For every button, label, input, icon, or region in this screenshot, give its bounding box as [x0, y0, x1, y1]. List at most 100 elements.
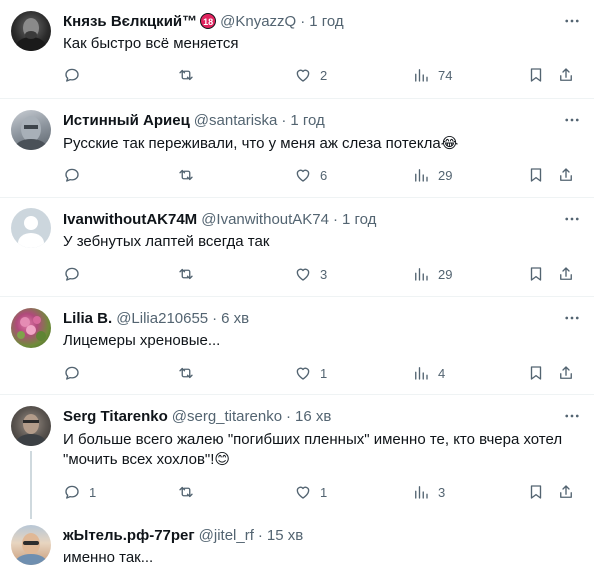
like-count: 1 — [320, 365, 328, 381]
reply-count: 1 — [89, 484, 97, 500]
views-icon — [415, 367, 428, 380]
author-handle[interactable]: @serg_titarenko — [172, 408, 282, 425]
share-icon — [560, 68, 572, 81]
tweet[interactable]: жЫтель.рф-77рег @jitel_rf · 15 хв именно… — [0, 515, 594, 569]
avatar[interactable] — [11, 208, 51, 248]
retweet-icon — [179, 486, 193, 498]
like-button[interactable]: 2 — [294, 65, 327, 85]
retweet-button[interactable] — [177, 65, 203, 85]
retweet-button[interactable] — [177, 165, 203, 185]
more-options-button[interactable] — [562, 209, 582, 229]
bookmark-button[interactable] — [527, 264, 545, 284]
views-icon — [415, 169, 428, 182]
bookmark-icon — [530, 485, 542, 499]
author-name[interactable]: Serg Titarenko — [63, 408, 168, 425]
like-button[interactable]: 3 — [294, 264, 327, 284]
author-handle[interactable]: @santariska — [194, 112, 278, 129]
bookmark-icon — [530, 68, 542, 82]
reply-icon — [65, 168, 79, 182]
more-options-button[interactable] — [562, 308, 582, 328]
tweet-text: именно так... — [63, 549, 154, 566]
tweet[interactable]: Истинный Ариец @santariska · 1 год Русск… — [0, 99, 594, 198]
like-icon — [296, 268, 310, 281]
bookmark-button[interactable] — [527, 482, 545, 502]
author-handle[interactable]: @jitel_rf — [199, 527, 254, 544]
avatar[interactable] — [11, 406, 51, 446]
share-button[interactable] — [557, 482, 575, 502]
views-button[interactable]: 74 — [412, 65, 452, 85]
retweet-button[interactable] — [177, 264, 203, 284]
share-button[interactable] — [557, 363, 575, 383]
like-count: 2 — [320, 67, 328, 83]
reply-button[interactable] — [63, 264, 89, 284]
like-button[interactable]: 1 — [294, 482, 327, 502]
share-button[interactable] — [557, 65, 575, 85]
bookmark-button[interactable] — [527, 363, 545, 383]
separator-dot: · — [212, 309, 218, 327]
tweet[interactable]: Князь Вєлкцкий™ 18 @KnyazzQ · 1 год Как … — [0, 0, 594, 99]
more-icon — [565, 118, 579, 122]
retweet-icon — [179, 69, 193, 81]
more-icon — [565, 414, 579, 418]
views-icon — [415, 268, 428, 281]
avatar[interactable] — [11, 11, 51, 51]
retweet-button[interactable] — [177, 363, 203, 383]
reply-button[interactable]: 1 — [63, 482, 96, 502]
author-name[interactable]: Lilia B. — [63, 310, 112, 327]
share-icon — [560, 366, 572, 379]
bookmark-icon — [530, 168, 542, 182]
share-icon — [560, 267, 572, 280]
tweet-actions: 6 29 — [63, 165, 583, 185]
timestamp[interactable]: 1 год — [309, 13, 343, 30]
thread-line — [30, 451, 32, 519]
like-button[interactable]: 1 — [294, 363, 327, 383]
reply-button[interactable] — [63, 363, 89, 383]
more-options-button[interactable] — [562, 406, 582, 426]
author-name[interactable]: Князь Вєлкцкий™ — [63, 13, 197, 30]
share-button[interactable] — [557, 165, 575, 185]
views-icon — [415, 69, 428, 82]
more-options-button[interactable] — [562, 110, 582, 130]
tweet[interactable]: IvanwithoutAK74M @IvanwithoutAK74 · 1 го… — [0, 198, 594, 297]
author-handle[interactable]: @IvanwithoutAK74 — [201, 211, 329, 228]
timestamp[interactable]: 1 год — [342, 211, 376, 228]
tweet-header: Lilia B. @Lilia210655 · 6 хв — [63, 308, 249, 328]
author-name[interactable]: Истинный Ариец — [63, 112, 190, 129]
views-button[interactable]: 29 — [412, 165, 452, 185]
avatar[interactable] — [11, 110, 51, 150]
bookmark-button[interactable] — [527, 65, 545, 85]
timestamp[interactable]: 1 год — [290, 112, 324, 129]
tweet[interactable]: Lilia B. @Lilia210655 · 6 хв Лицемеры хр… — [0, 297, 594, 395]
tweet-actions: 1 4 — [63, 363, 583, 383]
share-button[interactable] — [557, 264, 575, 284]
tweet-actions: 2 74 — [63, 65, 583, 85]
tweet-header: Serg Titarenko @serg_titarenko · 16 хв — [63, 406, 331, 426]
author-name[interactable]: IvanwithoutAK74M — [63, 211, 197, 228]
timestamp[interactable]: 6 хв — [221, 310, 249, 327]
views-button[interactable]: 3 — [412, 482, 445, 502]
avatar[interactable] — [11, 308, 51, 348]
timestamp[interactable]: 16 хв — [295, 408, 331, 425]
views-button[interactable]: 29 — [412, 264, 452, 284]
separator-dot: · — [300, 12, 306, 30]
author-handle[interactable]: @KnyazzQ — [220, 13, 296, 30]
views-button[interactable]: 4 — [412, 363, 445, 383]
author-handle[interactable]: @Lilia210655 — [116, 310, 208, 327]
like-icon — [296, 69, 310, 82]
reply-button[interactable] — [63, 65, 89, 85]
retweet-button[interactable] — [177, 482, 203, 502]
more-options-button[interactable] — [562, 11, 582, 31]
tweet-text: У зебнутых лаптей всегда так — [63, 233, 270, 250]
view-count: 4 — [438, 365, 446, 381]
bookmark-button[interactable] — [527, 165, 545, 185]
avatar[interactable] — [11, 525, 51, 565]
reply-icon — [65, 267, 79, 281]
tweet-header: Истинный Ариец @santariska · 1 год — [63, 110, 325, 130]
reply-button[interactable] — [63, 165, 89, 185]
timestamp[interactable]: 15 хв — [267, 527, 303, 544]
tweet[interactable]: Serg Titarenko @serg_titarenko · 16 хв И… — [0, 395, 594, 519]
separator-dot: · — [257, 526, 263, 544]
author-name[interactable]: жЫтель.рф-77рег — [63, 527, 195, 544]
retweet-icon — [179, 367, 193, 379]
like-button[interactable]: 6 — [294, 165, 327, 185]
